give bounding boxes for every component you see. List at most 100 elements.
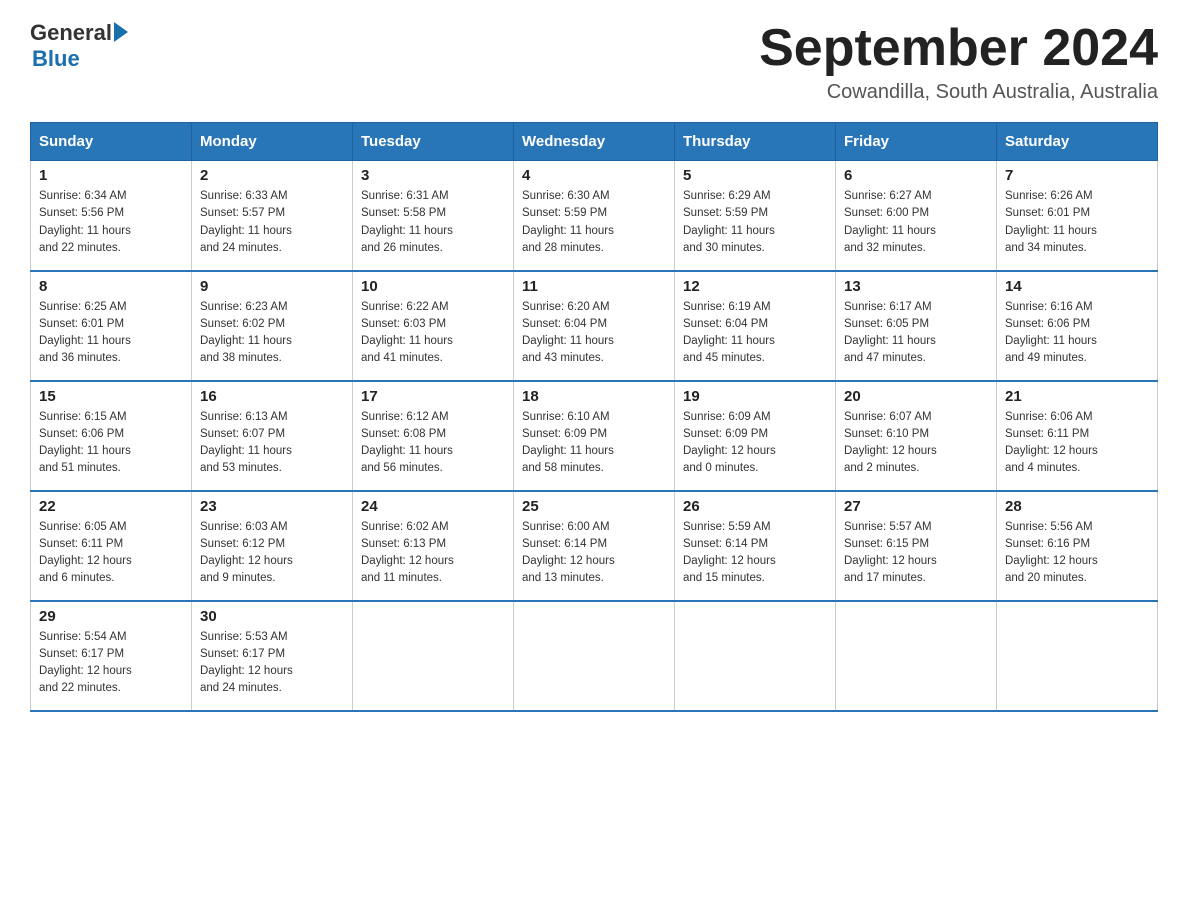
title-area: September 2024 Cowandilla, South Austral… <box>759 20 1158 104</box>
calendar-cell: 8 Sunrise: 6:25 AMSunset: 6:01 PMDaylight… <box>31 271 192 381</box>
day-number: 30 <box>200 608 344 625</box>
calendar-cell: 24 Sunrise: 6:02 AMSunset: 6:13 PMDayligh… <box>353 491 514 601</box>
calendar-cell: 13 Sunrise: 6:17 AMSunset: 6:05 PMDayligh… <box>836 271 997 381</box>
day-number: 25 <box>522 498 666 515</box>
calendar-cell <box>836 601 997 711</box>
day-info: Sunrise: 5:56 AMSunset: 6:16 PMDaylight:… <box>1005 519 1149 588</box>
day-number: 29 <box>39 608 183 625</box>
day-number: 24 <box>361 498 505 515</box>
calendar-cell: 23 Sunrise: 6:03 AMSunset: 6:12 PMDayligh… <box>192 491 353 601</box>
day-number: 23 <box>200 498 344 515</box>
day-info: Sunrise: 5:57 AMSunset: 6:15 PMDaylight:… <box>844 519 988 588</box>
day-number: 8 <box>39 278 183 295</box>
calendar-cell: 22 Sunrise: 6:05 AMSunset: 6:11 PMDayligh… <box>31 491 192 601</box>
calendar-cell: 21 Sunrise: 6:06 AMSunset: 6:11 PMDayligh… <box>997 381 1158 491</box>
col-thursday: Thursday <box>675 123 836 161</box>
col-friday: Friday <box>836 123 997 161</box>
day-number: 21 <box>1005 388 1149 405</box>
day-number: 19 <box>683 388 827 405</box>
day-info: Sunrise: 6:34 AMSunset: 5:56 PMDaylight:… <box>39 188 183 257</box>
calendar-cell: 12 Sunrise: 6:19 AMSunset: 6:04 PMDayligh… <box>675 271 836 381</box>
day-number: 14 <box>1005 278 1149 295</box>
calendar-cell: 9Sunrise: 6:23 AMSunset: 6:02 PMDaylight… <box>192 271 353 381</box>
week-row-5: 29 Sunrise: 5:54 AMSunset: 6:17 PMDayligh… <box>31 601 1158 711</box>
day-info: Sunrise: 6:31 AMSunset: 5:58 PMDaylight:… <box>361 188 505 257</box>
day-number: 10 <box>361 278 505 295</box>
page-header: General Blue September 2024 Cowandilla, … <box>30 20 1158 104</box>
calendar-cell: 7 Sunrise: 6:26 AMSunset: 6:01 PMDaylight… <box>997 161 1158 271</box>
day-number: 7 <box>1005 167 1149 184</box>
day-info: Sunrise: 6:09 AMSunset: 6:09 PMDaylight:… <box>683 409 827 478</box>
day-number: 13 <box>844 278 988 295</box>
calendar-cell <box>997 601 1158 711</box>
day-number: 6 <box>844 167 988 184</box>
calendar-cell: 10 Sunrise: 6:22 AMSunset: 6:03 PMDayligh… <box>353 271 514 381</box>
calendar-cell: 11 Sunrise: 6:20 AMSunset: 6:04 PMDayligh… <box>514 271 675 381</box>
day-number: 26 <box>683 498 827 515</box>
day-info: Sunrise: 6:00 AMSunset: 6:14 PMDaylight:… <box>522 519 666 588</box>
week-row-1: 1 Sunrise: 6:34 AMSunset: 5:56 PMDaylight… <box>31 161 1158 271</box>
day-info: Sunrise: 5:53 AMSunset: 6:17 PMDaylight:… <box>200 629 344 698</box>
day-info: Sunrise: 6:16 AMSunset: 6:06 PMDaylight:… <box>1005 299 1149 368</box>
day-info: Sunrise: 6:12 AMSunset: 6:08 PMDaylight:… <box>361 409 505 478</box>
calendar-header-row: Sunday Monday Tuesday Wednesday Thursday… <box>31 123 1158 161</box>
calendar-cell: 5 Sunrise: 6:29 AMSunset: 5:59 PMDaylight… <box>675 161 836 271</box>
day-info: Sunrise: 6:15 AMSunset: 6:06 PMDaylight:… <box>39 409 183 478</box>
day-number: 4 <box>522 167 666 184</box>
calendar-cell: 6Sunrise: 6:27 AMSunset: 6:00 PMDaylight… <box>836 161 997 271</box>
week-row-3: 15 Sunrise: 6:15 AMSunset: 6:06 PMDayligh… <box>31 381 1158 491</box>
day-info: Sunrise: 6:13 AMSunset: 6:07 PMDaylight:… <box>200 409 344 478</box>
col-sunday: Sunday <box>31 123 192 161</box>
day-number: 17 <box>361 388 505 405</box>
day-number: 5 <box>683 167 827 184</box>
day-info: Sunrise: 6:17 AMSunset: 6:05 PMDaylight:… <box>844 299 988 368</box>
week-row-2: 8 Sunrise: 6:25 AMSunset: 6:01 PMDaylight… <box>31 271 1158 381</box>
day-number: 3 <box>361 167 505 184</box>
calendar-cell: 30 Sunrise: 5:53 AMSunset: 6:17 PMDayligh… <box>192 601 353 711</box>
week-row-4: 22 Sunrise: 6:05 AMSunset: 6:11 PMDayligh… <box>31 491 1158 601</box>
logo-arrow-icon <box>114 22 128 42</box>
calendar-cell <box>675 601 836 711</box>
calendar-cell: 16Sunrise: 6:13 AMSunset: 6:07 PMDayligh… <box>192 381 353 491</box>
day-info: Sunrise: 6:29 AMSunset: 5:59 PMDaylight:… <box>683 188 827 257</box>
day-info: Sunrise: 6:06 AMSunset: 6:11 PMDaylight:… <box>1005 409 1149 478</box>
day-number: 12 <box>683 278 827 295</box>
day-info: Sunrise: 6:19 AMSunset: 6:04 PMDaylight:… <box>683 299 827 368</box>
location-subtitle: Cowandilla, South Australia, Australia <box>759 81 1158 104</box>
calendar-cell: 20 Sunrise: 6:07 AMSunset: 6:10 PMDayligh… <box>836 381 997 491</box>
day-info: Sunrise: 6:23 AMSunset: 6:02 PMDaylight:… <box>200 299 344 368</box>
day-number: 22 <box>39 498 183 515</box>
calendar-cell: 25 Sunrise: 6:00 AMSunset: 6:14 PMDayligh… <box>514 491 675 601</box>
calendar-cell: 29 Sunrise: 5:54 AMSunset: 6:17 PMDayligh… <box>31 601 192 711</box>
calendar-cell: 26Sunrise: 5:59 AMSunset: 6:14 PMDayligh… <box>675 491 836 601</box>
day-number: 1 <box>39 167 183 184</box>
day-info: Sunrise: 6:07 AMSunset: 6:10 PMDaylight:… <box>844 409 988 478</box>
calendar-cell <box>514 601 675 711</box>
day-info: Sunrise: 6:30 AMSunset: 5:59 PMDaylight:… <box>522 188 666 257</box>
day-number: 11 <box>522 278 666 295</box>
day-number: 15 <box>39 388 183 405</box>
calendar-cell: 28 Sunrise: 5:56 AMSunset: 6:16 PMDayligh… <box>997 491 1158 601</box>
day-number: 18 <box>522 388 666 405</box>
logo-text-general: General <box>30 20 112 46</box>
day-info: Sunrise: 6:10 AMSunset: 6:09 PMDaylight:… <box>522 409 666 478</box>
day-info: Sunrise: 6:03 AMSunset: 6:12 PMDaylight:… <box>200 519 344 588</box>
day-info: Sunrise: 6:22 AMSunset: 6:03 PMDaylight:… <box>361 299 505 368</box>
calendar-cell: 3 Sunrise: 6:31 AMSunset: 5:58 PMDaylight… <box>353 161 514 271</box>
day-info: Sunrise: 5:54 AMSunset: 6:17 PMDaylight:… <box>39 629 183 698</box>
day-number: 28 <box>1005 498 1149 515</box>
calendar-cell: 27Sunrise: 5:57 AMSunset: 6:15 PMDayligh… <box>836 491 997 601</box>
calendar-cell: 4 Sunrise: 6:30 AMSunset: 5:59 PMDaylight… <box>514 161 675 271</box>
calendar-cell: 18 Sunrise: 6:10 AMSunset: 6:09 PMDayligh… <box>514 381 675 491</box>
day-number: 20 <box>844 388 988 405</box>
col-saturday: Saturday <box>997 123 1158 161</box>
day-info: Sunrise: 6:20 AMSunset: 6:04 PMDaylight:… <box>522 299 666 368</box>
day-number: 2 <box>200 167 344 184</box>
day-info: Sunrise: 6:05 AMSunset: 6:11 PMDaylight:… <box>39 519 183 588</box>
calendar-cell: 19 Sunrise: 6:09 AMSunset: 6:09 PMDayligh… <box>675 381 836 491</box>
month-title: September 2024 <box>759 20 1158 77</box>
day-info: Sunrise: 6:02 AMSunset: 6:13 PMDaylight:… <box>361 519 505 588</box>
day-info: Sunrise: 6:26 AMSunset: 6:01 PMDaylight:… <box>1005 188 1149 257</box>
calendar-cell: 1 Sunrise: 6:34 AMSunset: 5:56 PMDaylight… <box>31 161 192 271</box>
day-info: Sunrise: 6:25 AMSunset: 6:01 PMDaylight:… <box>39 299 183 368</box>
